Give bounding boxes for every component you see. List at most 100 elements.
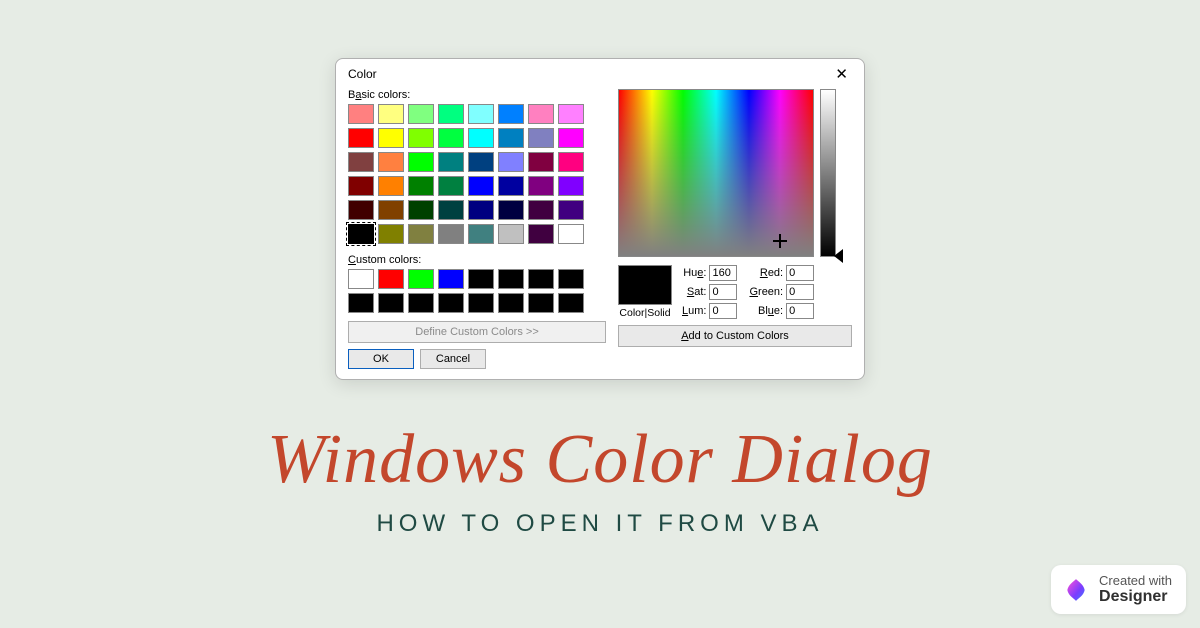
basic-color-swatch[interactable] [408, 224, 434, 244]
blue-label: Blue: [758, 305, 783, 317]
ok-cancel-row: OK Cancel [348, 349, 606, 369]
custom-color-swatch[interactable] [378, 269, 404, 289]
luminance-arrow-icon [834, 249, 843, 263]
basic-color-swatch[interactable] [348, 200, 374, 220]
basic-color-swatch[interactable] [438, 104, 464, 124]
basic-color-swatch[interactable] [378, 176, 404, 196]
basic-color-swatch[interactable] [348, 128, 374, 148]
basic-color-swatch[interactable] [408, 176, 434, 196]
titlebar: Color ✕ [336, 59, 864, 87]
basic-color-swatch[interactable] [408, 152, 434, 172]
basic-color-swatch[interactable] [468, 176, 494, 196]
basic-color-swatch[interactable] [438, 152, 464, 172]
add-to-custom-colors-button[interactable]: Add to Custom Colors [618, 325, 852, 347]
blue-field[interactable] [786, 303, 814, 319]
custom-color-swatch[interactable] [408, 269, 434, 289]
custom-color-swatch[interactable] [348, 293, 374, 313]
basic-color-swatch[interactable] [378, 200, 404, 220]
basic-color-swatch[interactable] [498, 176, 524, 196]
basic-color-swatch[interactable] [348, 152, 374, 172]
custom-color-swatch[interactable] [348, 269, 374, 289]
hue-label: Hue: [683, 267, 706, 279]
badge-line2: Designer [1099, 588, 1172, 606]
basic-color-swatch[interactable] [348, 176, 374, 196]
basic-color-swatch[interactable] [558, 224, 584, 244]
basic-color-swatch[interactable] [438, 176, 464, 196]
define-custom-colors-button: Define Custom Colors >> [348, 321, 606, 343]
basic-color-swatch[interactable] [438, 128, 464, 148]
basic-color-swatch[interactable] [438, 224, 464, 244]
basic-color-swatch[interactable] [528, 224, 554, 244]
designer-badge: Created with Designer [1051, 565, 1186, 614]
basic-color-swatch[interactable] [378, 224, 404, 244]
hue-field[interactable] [709, 265, 737, 281]
basic-color-swatch[interactable] [498, 104, 524, 124]
basic-colors-grid [348, 104, 606, 244]
badge-text: Created with Designer [1099, 573, 1172, 606]
custom-color-swatch[interactable] [528, 293, 554, 313]
basic-color-swatch[interactable] [378, 152, 404, 172]
basic-color-swatch[interactable] [558, 128, 584, 148]
lum-field[interactable] [709, 303, 737, 319]
cancel-button[interactable]: Cancel [420, 349, 486, 369]
basic-color-swatch[interactable] [558, 176, 584, 196]
basic-color-swatch[interactable] [348, 224, 374, 244]
luminance-slider[interactable] [820, 89, 836, 257]
basic-color-swatch[interactable] [528, 128, 554, 148]
sat-field[interactable] [709, 284, 737, 300]
custom-color-swatch[interactable] [438, 293, 464, 313]
basic-color-swatch[interactable] [438, 200, 464, 220]
basic-color-swatch[interactable] [408, 200, 434, 220]
custom-colors-grid [348, 269, 606, 313]
red-label: Red: [760, 267, 783, 279]
basic-color-swatch[interactable] [378, 128, 404, 148]
custom-color-swatch[interactable] [378, 293, 404, 313]
basic-color-swatch[interactable] [468, 152, 494, 172]
custom-color-swatch[interactable] [558, 293, 584, 313]
green-label: Green: [749, 286, 783, 298]
basic-color-swatch[interactable] [498, 152, 524, 172]
basic-color-swatch[interactable] [348, 104, 374, 124]
basic-color-swatch[interactable] [468, 200, 494, 220]
basic-color-swatch[interactable] [558, 104, 584, 124]
custom-color-swatch[interactable] [438, 269, 464, 289]
custom-colors-label: Custom colors: [348, 254, 606, 266]
ok-button[interactable]: OK [348, 349, 414, 369]
basic-color-swatch[interactable] [468, 128, 494, 148]
custom-color-swatch[interactable] [528, 269, 554, 289]
green-field[interactable] [786, 284, 814, 300]
basic-color-swatch[interactable] [528, 104, 554, 124]
basic-color-swatch[interactable] [468, 104, 494, 124]
custom-color-swatch[interactable] [468, 269, 494, 289]
subheadline-text: HOW TO OPEN IT FROM VBA [0, 510, 1200, 538]
basic-color-swatch[interactable] [528, 176, 554, 196]
dialog-title: Color [348, 67, 377, 81]
basic-color-swatch[interactable] [558, 200, 584, 220]
basic-color-swatch[interactable] [408, 128, 434, 148]
basic-color-swatch[interactable] [378, 104, 404, 124]
lum-label: Lum: [682, 305, 706, 317]
custom-color-swatch[interactable] [408, 293, 434, 313]
color-gradient-picker[interactable] [618, 89, 814, 257]
color-preview [618, 265, 672, 305]
custom-color-swatch[interactable] [468, 293, 494, 313]
basic-color-swatch[interactable] [558, 152, 584, 172]
close-icon[interactable]: ✕ [829, 65, 854, 83]
designer-logo-icon [1063, 577, 1089, 603]
basic-color-swatch[interactable] [498, 200, 524, 220]
custom-color-swatch[interactable] [498, 293, 524, 313]
crosshair-icon [773, 234, 787, 248]
basic-color-swatch[interactable] [528, 152, 554, 172]
basic-color-swatch[interactable] [468, 224, 494, 244]
basic-color-swatch[interactable] [528, 200, 554, 220]
color-dialog: Color ✕ Basic colors: Custom colors: Def… [335, 58, 865, 380]
custom-color-swatch[interactable] [498, 269, 524, 289]
red-field[interactable] [786, 265, 814, 281]
custom-color-swatch[interactable] [558, 269, 584, 289]
basic-color-swatch[interactable] [408, 104, 434, 124]
basic-color-swatch[interactable] [498, 128, 524, 148]
sat-label: Sat: [687, 286, 707, 298]
badge-line1: Created with [1099, 573, 1172, 588]
headline-text: Windows Color Dialog [0, 420, 1200, 500]
basic-color-swatch[interactable] [498, 224, 524, 244]
